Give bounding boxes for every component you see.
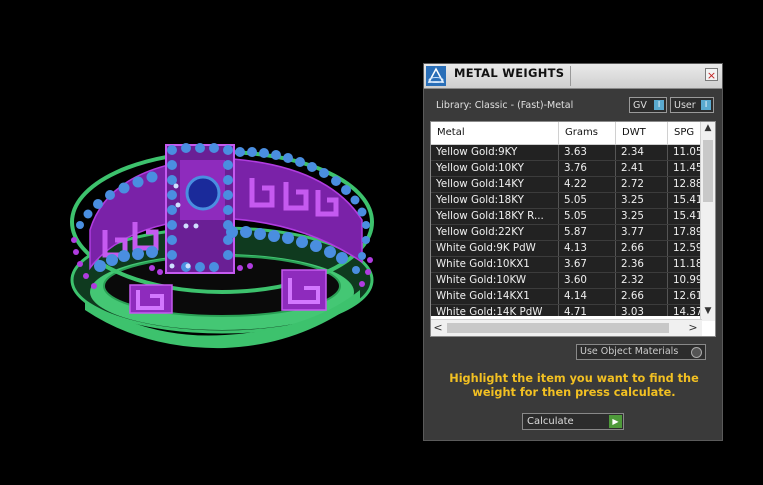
3d-viewport[interactable] (0, 0, 420, 481)
user-indicator-icon: I (701, 100, 711, 110)
cell-grams: 5.87 (559, 225, 616, 240)
cell-grams: 5.05 (559, 209, 616, 224)
cell-spg: 11.18 (673, 258, 702, 270)
cell-dwt: 2.32 (616, 273, 668, 288)
cell-dwt: 3.77 (616, 225, 668, 240)
cell-grams: 4.22 (559, 177, 616, 192)
table-row[interactable]: Yellow Gold:18KY R... 5.05 3.25 15.41 (431, 209, 702, 225)
metal-weights-panel: METAL WEIGHTS × Library: Classic - (Fast… (423, 63, 723, 441)
scroll-up-icon[interactable]: ▲ (701, 123, 715, 133)
table-body: Yellow Gold:9KY 3.63 2.34 11.05 Yellow Gold:… (431, 145, 702, 316)
cell-grams: 3.67 (559, 257, 616, 272)
cell-metal: White Gold:14KX1 (431, 289, 559, 304)
cell-spg: 11.45 (673, 162, 702, 174)
cell-metal: Yellow Gold:18KY (431, 193, 559, 208)
cell-spg: 15.41 (673, 210, 702, 222)
close-button[interactable]: × (705, 68, 718, 82)
cell-spg: 12.88 (673, 178, 702, 190)
gv-toggle[interactable]: GV I (629, 97, 667, 113)
play-icon: ▶ (609, 415, 622, 428)
scroll-right-icon[interactable]: > (686, 321, 700, 334)
cell-spg: 12.59 (673, 242, 702, 254)
cell-grams: 4.14 (559, 289, 616, 304)
table-header: Metal Grams DWT SPG (431, 122, 702, 145)
cell-dwt: 2.41 (616, 161, 668, 176)
table-row[interactable]: White Gold:10KX1 3.67 2.36 11.18 (431, 257, 702, 273)
metal-table: Metal Grams DWT SPG Yellow Gold:9KY 3.63 2… (430, 121, 716, 337)
cell-metal: Yellow Gold:18KY R... (431, 209, 559, 224)
column-header-grams[interactable]: Grams (559, 122, 616, 144)
horizontal-scroll-thumb[interactable] (447, 323, 669, 333)
cell-metal: White Gold:10KW (431, 273, 559, 288)
cell-grams: 4.71 (559, 305, 616, 316)
column-header-spg[interactable]: SPG (668, 122, 702, 144)
cell-spg: 15.41 (673, 194, 702, 206)
cell-grams: 3.76 (559, 161, 616, 176)
user-toggle[interactable]: User I (670, 97, 714, 113)
table-row[interactable]: Yellow Gold:10KY 3.76 2.41 11.45 (431, 161, 702, 177)
cell-spg: 11.05 (673, 146, 702, 158)
scroll-down-icon[interactable]: ▼ (701, 306, 715, 316)
cell-dwt: 2.36 (616, 257, 668, 272)
cell-dwt: 2.66 (616, 241, 668, 256)
title-bar[interactable]: METAL WEIGHTS × (424, 64, 722, 89)
cell-dwt: 3.03 (616, 305, 668, 316)
cell-metal: Yellow Gold:10KY (431, 161, 559, 176)
cell-metal: White Gold:14K PdW (431, 305, 559, 316)
gv-indicator-icon: I (654, 100, 664, 110)
cell-spg: 17.89 (673, 226, 702, 238)
cell-dwt: 3.25 (616, 193, 668, 208)
cell-grams: 4.13 (559, 241, 616, 256)
cell-spg: 12.61 (673, 290, 702, 302)
cell-grams: 3.63 (559, 145, 616, 160)
cell-grams: 3.60 (559, 273, 616, 288)
radio-icon[interactable] (691, 347, 702, 358)
calculate-button[interactable]: Calculate ▶ (522, 413, 624, 430)
table-row[interactable]: Yellow Gold:22KY 5.87 3.77 17.89 (431, 225, 702, 241)
cell-metal: Yellow Gold:22KY (431, 225, 559, 240)
cell-metal: White Gold:10KX1 (431, 257, 559, 272)
cell-spg: 10.99 (673, 274, 702, 286)
cell-dwt: 3.25 (616, 209, 668, 224)
column-header-dwt[interactable]: DWT (616, 122, 668, 144)
cell-metal: Yellow Gold:9KY (431, 145, 559, 160)
user-toggle-label: User (674, 100, 696, 111)
column-header-metal[interactable]: Metal (431, 122, 559, 144)
scroll-left-icon[interactable]: < (431, 321, 445, 334)
library-label: Library: Classic - (Fast)-Metal (436, 100, 574, 111)
cell-spg: 14.37 (673, 306, 702, 316)
table-row[interactable]: White Gold:14K PdW 4.71 3.03 14.37 (431, 305, 702, 316)
vertical-scrollbar[interactable]: ▲ ▼ (700, 122, 715, 321)
table-row[interactable]: Yellow Gold:9KY 3.63 2.34 11.05 (431, 145, 702, 161)
horizontal-scrollbar[interactable]: < > (431, 319, 702, 336)
ring-render (70, 143, 374, 349)
app-logo-icon (426, 66, 446, 86)
cell-metal: Yellow Gold:14KY (431, 177, 559, 192)
use-object-materials-option[interactable]: Use Object Materials (576, 344, 706, 360)
table-row[interactable]: Yellow Gold:18KY 5.05 3.25 15.41 (431, 193, 702, 209)
table-row[interactable]: White Gold:9K PdW 4.13 2.66 12.59 (431, 241, 702, 257)
vertical-scroll-thumb[interactable] (703, 140, 713, 202)
cell-dwt: 2.34 (616, 145, 668, 160)
gv-toggle-label: GV (633, 100, 647, 111)
cell-dwt: 2.72 (616, 177, 668, 192)
table-row[interactable]: White Gold:10KW 3.60 2.32 10.99 (431, 273, 702, 289)
calculate-label: Calculate (527, 416, 574, 427)
cell-dwt: 2.66 (616, 289, 668, 304)
instruction-text: Highlight the item you want to find the … (449, 372, 699, 399)
table-row[interactable]: Yellow Gold:14KY 4.22 2.72 12.88 (431, 177, 702, 193)
cell-metal: White Gold:9K PdW (431, 241, 559, 256)
use-object-materials-label: Use Object Materials (580, 346, 679, 357)
title-divider (570, 66, 571, 86)
cell-grams: 5.05 (559, 193, 616, 208)
window-title: METAL WEIGHTS (454, 66, 565, 80)
table-row[interactable]: White Gold:14KX1 4.14 2.66 12.61 (431, 289, 702, 305)
